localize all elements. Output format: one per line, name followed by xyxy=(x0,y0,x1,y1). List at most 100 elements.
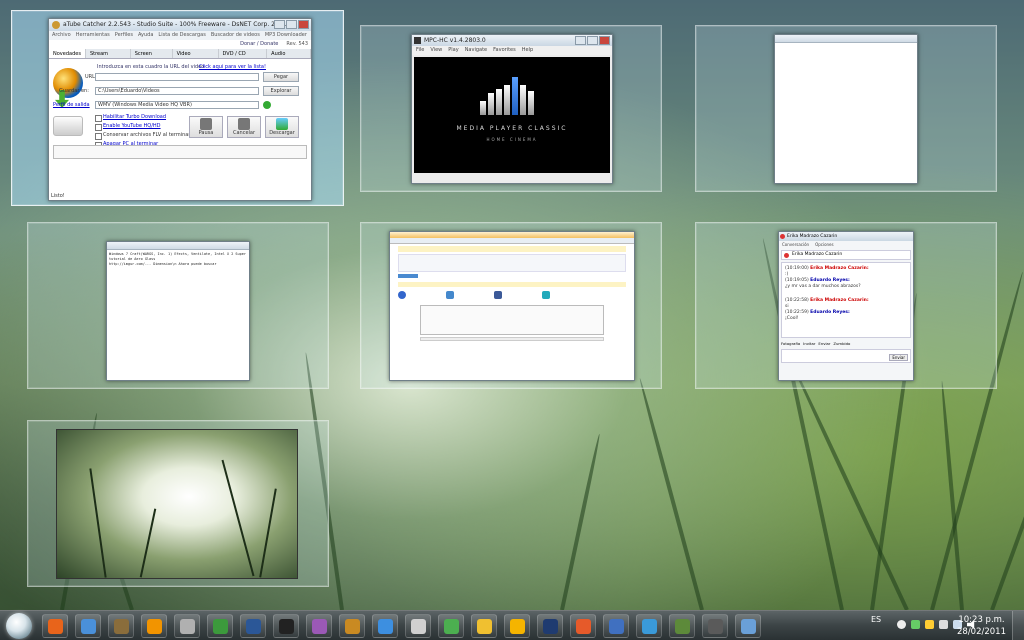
taskbar-button[interactable] xyxy=(372,614,398,638)
mpc-window[interactable]: MPC-HC v1.4.2803.0 File View Play Naviga… xyxy=(411,34,613,184)
taskbar-button[interactable] xyxy=(240,614,266,638)
menu-herramientas[interactable]: Herramientas xyxy=(76,31,110,40)
browser-reply-box[interactable] xyxy=(420,305,604,335)
menu-buscador[interactable]: Buscador de videos xyxy=(211,31,260,40)
menu-mp3[interactable]: MP3 Downloader xyxy=(265,31,307,40)
menu-lista[interactable]: Lista de Descargas xyxy=(158,31,205,40)
tool-nudge[interactable]: Zumbido xyxy=(833,341,850,346)
menu-navigate[interactable]: Navigate xyxy=(465,46,487,55)
notification-icon[interactable] xyxy=(925,620,934,629)
notepad-text[interactable]: Windows 7 Craft(WARGS, Inc. 1) Efects, V… xyxy=(107,250,249,269)
menu-archivo[interactable]: Archivo xyxy=(52,31,71,40)
download-button[interactable]: Descargar xyxy=(265,116,299,138)
taskbar-button[interactable] xyxy=(108,614,134,638)
start-button[interactable] xyxy=(6,613,32,639)
taskbar-button[interactable] xyxy=(636,614,662,638)
atube-window[interactable]: aTube Catcher 2.2.543 - Studio Suite - 1… xyxy=(48,18,312,201)
desktop-thumbnail[interactable] xyxy=(56,429,298,579)
messenger-tray-icon[interactable] xyxy=(911,620,920,629)
taskbar-button[interactable] xyxy=(405,614,431,638)
menu-view[interactable]: View xyxy=(430,46,442,55)
save-path-field[interactable]: C:\Users\Eduardo\Videos xyxy=(95,87,259,95)
window-tile-atube[interactable]: aTube Catcher 2.2.543 - Studio Suite - 1… xyxy=(11,10,344,206)
browser-window[interactable] xyxy=(389,231,635,381)
taskbar-button[interactable] xyxy=(207,614,233,638)
browse-button[interactable]: Explorar xyxy=(263,86,299,96)
language-indicator[interactable]: ES xyxy=(871,615,881,624)
tab-dvd-creator[interactable]: DVD / CD Creator xyxy=(219,49,268,67)
show-desktop-button[interactable] xyxy=(1012,611,1024,640)
messenger-input[interactable]: Enviar xyxy=(781,349,911,363)
tool-send-file[interactable]: Enviar xyxy=(818,341,830,346)
taskbar-button[interactable] xyxy=(471,614,497,638)
tab-screen-record[interactable]: Screen Record xyxy=(131,49,173,67)
taskbar-button[interactable] xyxy=(75,614,101,638)
minimize-button[interactable] xyxy=(274,20,285,29)
window-tile-desktop[interactable] xyxy=(27,420,329,587)
taskbar-button[interactable] xyxy=(735,614,761,638)
turbo-checkbox[interactable]: Habilitar Turbo Download xyxy=(95,114,166,122)
menu-play[interactable]: Play xyxy=(448,46,458,55)
url-list-link[interactable]: Click aqui para ver la lista! xyxy=(199,64,266,70)
facebook-icon[interactable] xyxy=(494,291,502,299)
youtube-hq-checkbox[interactable]: Enable YouTube HQ/HD xyxy=(95,123,161,131)
tool-invite[interactable]: Invitar xyxy=(803,341,815,346)
window-tile-browser[interactable] xyxy=(360,222,662,389)
flag-icon[interactable] xyxy=(939,620,948,629)
tab-audio-recorder[interactable]: Audio Recorder xyxy=(267,49,311,67)
browser-button[interactable] xyxy=(398,274,418,278)
profile-select[interactable]: WMV (Windows Media Video HQ VBR) xyxy=(95,101,259,109)
profile-label[interactable]: Perfil de salida xyxy=(53,102,90,108)
taskbar-button[interactable] xyxy=(438,614,464,638)
paste-button[interactable]: Pegar xyxy=(263,72,299,82)
menu-ayuda[interactable]: Ayuda xyxy=(138,31,153,40)
window-tile-messenger[interactable]: Erika Madrazo Cazarin Conversación Opcio… xyxy=(695,222,997,389)
taskbar-button[interactable] xyxy=(174,614,200,638)
share-icon[interactable] xyxy=(398,291,406,299)
taskbar-button[interactable] xyxy=(306,614,332,638)
menu-help[interactable]: Help xyxy=(522,46,533,55)
url-input[interactable] xyxy=(95,73,259,81)
tab-stream-catcher[interactable]: Stream Catcher xyxy=(86,49,131,67)
window-tile-notepad[interactable]: Windows 7 Craft(WARGS, Inc. 1) Efects, V… xyxy=(27,222,329,389)
menu-file[interactable]: File xyxy=(416,46,424,55)
network-icon[interactable] xyxy=(897,620,906,629)
menu-favorites[interactable]: Favorites xyxy=(493,46,516,55)
window-tile-blank[interactable] xyxy=(695,25,997,192)
taskbar-button[interactable] xyxy=(339,614,365,638)
pause-button[interactable]: Pausa xyxy=(189,116,223,138)
mpc-video-area[interactable]: MEDIA PLAYER CLASSIC HOME CINEMA xyxy=(414,57,610,173)
cancel-button[interactable]: Cancelar xyxy=(227,116,261,138)
keep-flv-checkbox[interactable]: Conservar archivos FLV al terminar xyxy=(95,132,190,140)
tab-video-converter[interactable]: Video Converter xyxy=(173,49,219,67)
taskbar-button[interactable] xyxy=(570,614,596,638)
maximize-button[interactable] xyxy=(587,36,598,45)
taskbar-button[interactable] xyxy=(273,614,299,638)
taskbar-button[interactable] xyxy=(669,614,695,638)
menu-conversacion[interactable]: Conversación xyxy=(782,241,809,248)
messenger-window[interactable]: Erika Madrazo Cazarin Conversación Opcio… xyxy=(778,231,914,381)
taskbar-button[interactable] xyxy=(504,614,530,638)
tab-novedades[interactable]: Novedades xyxy=(49,49,86,58)
tool-photo[interactable]: Fotografía xyxy=(781,341,800,346)
send-button[interactable]: Enviar xyxy=(889,354,908,361)
twitter-icon[interactable] xyxy=(542,291,550,299)
minimize-button[interactable] xyxy=(575,36,586,45)
blank-window[interactable] xyxy=(774,34,918,184)
notepad-window[interactable]: Windows 7 Craft(WARGS, Inc. 1) Efects, V… xyxy=(106,241,250,381)
taskbar-button[interactable] xyxy=(141,614,167,638)
refresh-icon[interactable] xyxy=(263,101,271,109)
taskbar-button[interactable] xyxy=(42,614,68,638)
close-button[interactable] xyxy=(599,36,610,45)
clock[interactable]: 10:23 p.m. 28/02/2011 xyxy=(957,614,1006,638)
donate-link[interactable]: Donar / Donate xyxy=(240,40,281,49)
window-tile-mpc[interactable]: MPC-HC v1.4.2803.0 File View Play Naviga… xyxy=(360,25,662,192)
taskbar-button[interactable] xyxy=(537,614,563,638)
share-icon[interactable] xyxy=(446,291,454,299)
messenger-history[interactable]: (10:19:00) Erika Madrazo Cazarin::) (10:… xyxy=(781,262,911,338)
close-button[interactable] xyxy=(298,20,309,29)
taskbar-button[interactable] xyxy=(702,614,728,638)
maximize-button[interactable] xyxy=(286,20,297,29)
taskbar-button[interactable] xyxy=(603,614,629,638)
menu-perfiles[interactable]: Perfiles xyxy=(115,31,133,40)
